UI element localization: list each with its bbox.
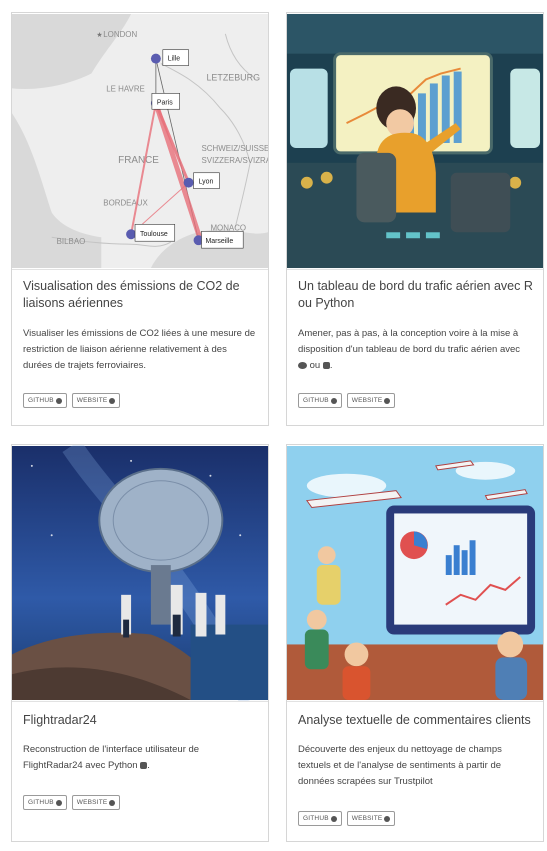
- card-title[interactable]: Un tableau de bord du trafic aérien avec…: [298, 278, 533, 312]
- github-button-label: GITHUB: [303, 397, 329, 404]
- map-label-letzeburg: LETZEBURG: [206, 72, 260, 82]
- website-icon: [384, 815, 391, 822]
- audience-illustration: [287, 445, 543, 701]
- website-button-label: WEBSITE: [76, 397, 108, 404]
- website-button[interactable]: WEBSITE: [346, 811, 396, 826]
- card-title[interactable]: Analyse textuelle de commentaires client…: [298, 712, 533, 729]
- map-label-bordeaux: BORDEAUX: [103, 198, 148, 207]
- github-button[interactable]: GITHUB: [298, 393, 342, 408]
- co2-map-image[interactable]: LONDON ★ LE HAVRE LETZEBURG FRANCE SCHWE…: [12, 13, 268, 270]
- website-icon: [109, 799, 116, 806]
- svg-text:★: ★: [96, 31, 102, 39]
- github-button-label: GITHUB: [28, 397, 54, 404]
- website-button-label: WEBSITE: [351, 815, 383, 822]
- map-label-bilbao: BILBAO: [57, 237, 86, 246]
- radar-illustration: [12, 445, 268, 701]
- map-label-schweiz: SCHWEIZ/SUISSE: [202, 144, 268, 153]
- website-button-label: WEBSITE: [351, 397, 383, 404]
- github-button-label: GITHUB: [303, 815, 329, 822]
- github-icon: [330, 397, 337, 404]
- card-description: Visualiser les émissions de CO2 liées à …: [23, 328, 256, 371]
- github-button[interactable]: GITHUB: [23, 795, 67, 810]
- website-icon: [109, 397, 116, 404]
- map-label-london: LONDON: [103, 30, 137, 39]
- card-description-period: .: [329, 360, 333, 371]
- map-label-le-havre: LE HAVRE: [106, 84, 145, 93]
- github-icon: [55, 799, 62, 806]
- github-button[interactable]: GITHUB: [298, 811, 342, 826]
- city-paris: Paris: [157, 99, 173, 106]
- card-title[interactable]: Flightradar24: [23, 712, 258, 729]
- dashboard-illustration[interactable]: [287, 13, 543, 270]
- python-logo-icon: [322, 361, 330, 369]
- website-icon: [384, 397, 391, 404]
- card-description: Reconstruction de l'interface utilisateu…: [23, 742, 256, 774]
- card-description-text: Amener, pas à pas, à la conception voire…: [298, 328, 521, 355]
- card-description-text: Reconstruction de l'interface utilisateu…: [23, 744, 200, 771]
- card-description-or: ou: [309, 360, 321, 371]
- card-description: Découverte des enjeux du nettoyage de ch…: [298, 744, 502, 787]
- website-button[interactable]: WEBSITE: [346, 393, 396, 408]
- website-button[interactable]: WEBSITE: [71, 393, 121, 408]
- map-label-svizzera: SVIZZERA/SVIZRA: [202, 156, 268, 165]
- text-analysis-illustration[interactable]: [287, 445, 543, 702]
- map-label-monaco: MONACO: [210, 223, 246, 232]
- card-description-period: .: [147, 760, 150, 771]
- map-label-france: FRANCE: [118, 155, 159, 166]
- github-icon: [55, 397, 62, 404]
- github-button-label: GITHUB: [28, 799, 54, 806]
- r-logo-icon: [298, 361, 307, 369]
- website-button-label: WEBSITE: [76, 799, 108, 806]
- project-card-text-analysis[interactable]: Analyse textuelle de commentaires client…: [286, 444, 544, 842]
- cockpit-illustration: [287, 13, 543, 269]
- website-button[interactable]: WEBSITE: [71, 795, 121, 810]
- city-marseille: Marseille: [205, 238, 233, 245]
- project-card-dashboard[interactable]: Un tableau de bord du trafic aérien avec…: [286, 12, 544, 426]
- france-map: LONDON ★ LE HAVRE LETZEBURG FRANCE SCHWE…: [12, 13, 268, 269]
- project-card-flightradar[interactable]: Flightradar24 Reconstruction de l'interf…: [11, 444, 269, 842]
- github-icon: [330, 815, 337, 822]
- card-title[interactable]: Visualisation des émissions de CO2 de li…: [23, 278, 258, 312]
- city-lille: Lille: [168, 56, 180, 63]
- card-description: Amener, pas à pas, à la conception voire…: [298, 326, 531, 374]
- flightradar-illustration[interactable]: [12, 445, 268, 702]
- project-card-co2[interactable]: LONDON ★ LE HAVRE LETZEBURG FRANCE SCHWE…: [11, 12, 269, 426]
- github-button[interactable]: GITHUB: [23, 393, 67, 408]
- city-toulouse: Toulouse: [140, 231, 168, 238]
- city-lyon: Lyon: [199, 179, 214, 186]
